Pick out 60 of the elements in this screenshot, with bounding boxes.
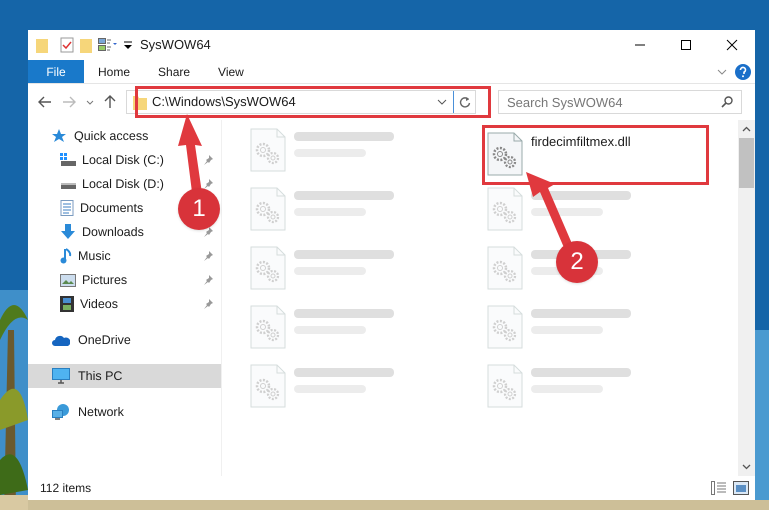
pin-icon[interactable] [203, 155, 213, 165]
scroll-down-icon[interactable] [742, 464, 751, 470]
up-arrow-icon[interactable] [104, 95, 116, 109]
ribbon-tab[interactable]: Share [144, 60, 204, 83]
pin-icon[interactable] [203, 299, 213, 309]
sidebar-item[interactable]: Documents [28, 196, 148, 220]
file-name[interactable]: firdecimfiltmex.dll [531, 132, 631, 152]
large-icons-view-icon[interactable] [733, 481, 749, 495]
address-bar[interactable]: C:\Windows\SysWOW64 [126, 90, 476, 114]
customize-toolbar-icon[interactable] [124, 40, 132, 50]
ribbon-tab[interactable]: View [204, 60, 258, 83]
dll-file-icon[interactable] [487, 132, 523, 176]
file-menu-button[interactable]: File [28, 60, 84, 83]
ribbon-tab[interactable]: Home [84, 60, 144, 83]
sidebar-item[interactable]: This PC [28, 364, 221, 388]
picture-icon [60, 274, 76, 286]
item-count: 112 items [40, 480, 92, 497]
back-arrow-icon[interactable] [38, 96, 52, 108]
dropdown-icon[interactable] [437, 99, 447, 105]
scrollbar[interactable] [738, 120, 755, 476]
cloud-icon [52, 334, 70, 346]
drive-icon [60, 153, 76, 167]
sidebar-item[interactable]: OneDrive [28, 328, 135, 352]
address-path: C:\Windows\SysWOW64 [152, 93, 296, 112]
monitor-icon [52, 368, 70, 384]
help-icon[interactable] [735, 64, 751, 80]
close-icon [726, 39, 738, 51]
document-icon [60, 200, 74, 216]
checklist-icon[interactable] [60, 37, 74, 53]
down-arrow-icon [60, 224, 76, 240]
star-icon [52, 129, 66, 143]
folder-icon[interactable] [36, 38, 48, 52]
folder-icon[interactable] [80, 38, 92, 52]
search-field[interactable]: Search SysWOW64 [498, 90, 742, 114]
film-icon [60, 296, 74, 312]
pin-icon[interactable] [203, 227, 213, 237]
music-note-icon [60, 248, 72, 264]
details-view-icon[interactable] [711, 481, 727, 495]
refresh-icon [458, 96, 470, 108]
search-icon [721, 96, 733, 108]
sidebar-item[interactable]: Music [28, 244, 115, 268]
maximize-icon [680, 39, 692, 51]
scroll-up-icon[interactable] [742, 126, 751, 132]
sidebar-item[interactable]: Network [28, 400, 128, 424]
properties-icon[interactable] [98, 38, 118, 52]
pin-icon[interactable] [203, 179, 213, 189]
expand-ribbon-icon[interactable] [717, 68, 727, 74]
recent-locations-icon[interactable] [86, 100, 94, 104]
sidebar-item[interactable]: Quick access [28, 124, 152, 148]
sidebar-item[interactable]: Videos [28, 292, 122, 316]
scroll-thumb[interactable] [739, 138, 754, 188]
window-title: SysWOW64 [140, 36, 211, 54]
pin-icon[interactable] [203, 251, 213, 261]
sidebar-item[interactable]: Pictures [28, 268, 132, 292]
sidebar-item[interactable]: Downloads [28, 220, 148, 244]
pin-icon[interactable] [203, 275, 213, 285]
network-icon [52, 404, 70, 420]
forward-arrow-icon[interactable] [62, 96, 76, 108]
sidebar-item[interactable]: Local Disk (D:) [28, 172, 168, 196]
sidebar-item[interactable]: Local Disk (C:) [28, 148, 168, 172]
